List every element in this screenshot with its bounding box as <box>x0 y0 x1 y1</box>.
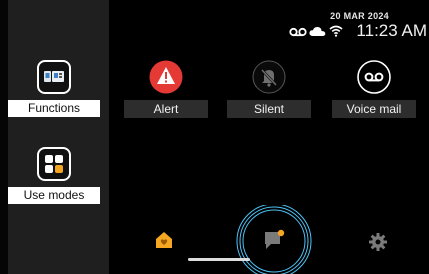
tile-label: Alert <box>124 100 208 118</box>
alert-icon <box>149 60 183 94</box>
screen: Functions Use modes 20 MAR 2024 11:23 AM… <box>0 0 429 274</box>
functions-icon <box>37 60 71 94</box>
silent-icon <box>252 60 286 94</box>
tile-label: Silent <box>227 100 311 118</box>
sidebar: Functions Use modes <box>8 0 109 274</box>
messages-icon[interactable] <box>233 205 315 274</box>
use-modes-icon <box>37 147 71 181</box>
home-indicator-bar[interactable] <box>188 258 250 261</box>
wifi-icon <box>329 25 343 37</box>
settings-icon[interactable] <box>368 232 388 252</box>
status-bar: 20 MAR 2024 11:23 AM <box>109 0 429 40</box>
status-date: 20 MAR 2024 <box>330 11 389 21</box>
home-icon[interactable] <box>154 230 174 250</box>
status-time: 11:23 AM <box>356 21 427 40</box>
tile-label: Voice mail <box>332 100 416 118</box>
voicemail-icon <box>357 60 391 94</box>
cloud-icon <box>309 26 326 36</box>
sidebar-item-label: Functions <box>8 100 100 117</box>
sidebar-item-label: Use modes <box>8 187 100 204</box>
voicemail-icon <box>289 27 307 37</box>
